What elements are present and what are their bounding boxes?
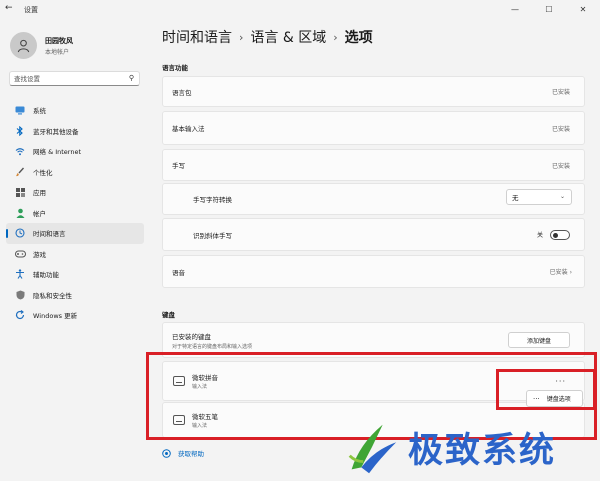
shield-icon xyxy=(14,289,26,301)
basic-typing-status: 已安装 xyxy=(551,125,570,133)
sidebar-item-network[interactable]: 网络 & Internet xyxy=(6,141,144,162)
keyboard-options-button[interactable]: ··· 键盘选项 xyxy=(526,390,583,407)
sidebar-item-gaming[interactable]: 游戏 xyxy=(6,244,144,265)
add-keyboard-button[interactable]: 添加键盘 xyxy=(508,332,570,348)
wifi-icon xyxy=(14,145,26,157)
cursive-recognition-label: 识别斜体手写 xyxy=(193,231,232,240)
breadcrumb-language-region[interactable]: 语言 & 区域 xyxy=(250,27,326,47)
language-pack-label: 语言包 xyxy=(172,88,192,97)
minimize-icon[interactable]: — xyxy=(498,0,532,18)
user-name: 田园牧风 xyxy=(45,36,73,45)
cursive-toggle-group: 关 xyxy=(536,229,570,240)
sidebar-item-label: 时间和语言 xyxy=(33,230,66,239)
chevron-right-icon: › xyxy=(239,30,244,44)
cursive-recognition-row: 识别斜体手写 关 xyxy=(162,218,585,251)
basic-typing-row: 基本输入法 已安装 xyxy=(162,111,585,145)
sidebar-item-label: 辅助功能 xyxy=(33,271,59,280)
avatar xyxy=(10,32,37,59)
title-bar: ← 设置 — ☐ ✕ xyxy=(0,0,600,18)
basic-typing-label: 基本输入法 xyxy=(172,125,205,133)
watermark-text: 极致系统 xyxy=(408,431,557,471)
maximize-icon[interactable]: ☐ xyxy=(532,0,566,18)
sidebar-item-privacy[interactable]: 隐私和安全性 xyxy=(6,285,144,306)
language-pack-status: 已安装 xyxy=(551,89,570,96)
update-icon xyxy=(14,309,26,321)
accessibility-icon xyxy=(14,268,26,280)
search-box[interactable]: ⚲ xyxy=(9,71,140,86)
handwriting-status: 已安装 xyxy=(551,162,570,170)
sidebar-item-personalization[interactable]: 个性化 xyxy=(6,162,144,183)
more-options-icon: ··· xyxy=(533,394,540,403)
handwriting-conversion-label: 手写字符转换 xyxy=(193,196,232,204)
toggle-state-label: 关 xyxy=(536,232,543,239)
brush-icon xyxy=(14,166,26,178)
person-icon xyxy=(14,207,26,219)
chevron-right-icon: › xyxy=(567,269,572,276)
keyboard-heading: 键盘 xyxy=(162,311,175,319)
sidebar-item-bluetooth[interactable]: 蓝牙和其他设备 xyxy=(6,121,144,142)
gamepad-icon xyxy=(14,248,26,260)
handwriting-conversion-row: 手写字符转换 无 ⌄ xyxy=(162,183,585,215)
back-arrow-icon[interactable]: ← xyxy=(5,4,13,13)
sidebar-item-label: 个性化 xyxy=(33,168,53,177)
watermark-logo-icon xyxy=(348,424,397,473)
sidebar-item-system[interactable]: 系统 xyxy=(6,100,144,121)
sidebar-item-label: 游戏 xyxy=(33,250,46,259)
sidebar-item-time-language[interactable]: 时间和语言 xyxy=(6,223,144,244)
handwriting-row: 手写 已安装 xyxy=(162,149,585,181)
apps-icon xyxy=(14,186,26,198)
user-profile[interactable]: 田园牧风 本地帐户 xyxy=(10,32,73,59)
dropdown-selected-value: 无 xyxy=(512,194,519,202)
installed-keyboards-title: 已安装的键盘 xyxy=(172,332,211,341)
language-features-heading: 语言功能 xyxy=(162,64,188,72)
breadcrumb-time-language[interactable]: 时间和语言 xyxy=(162,27,232,47)
search-icon[interactable]: ⚲ xyxy=(129,74,134,82)
user-account-type: 本地帐户 xyxy=(45,48,70,56)
sidebar-item-label: 隐私和安全性 xyxy=(33,291,72,300)
speech-status: 已安装 › xyxy=(549,269,572,276)
sidebar-item-label: 帐户 xyxy=(33,209,46,218)
sidebar-item-label: Windows 更新 xyxy=(33,312,78,321)
cursive-toggle-switch[interactable] xyxy=(550,229,570,240)
page-title: 选项 xyxy=(344,30,373,46)
bluetooth-icon xyxy=(14,125,26,137)
chevron-down-icon: ⌄ xyxy=(559,193,565,200)
help-icon xyxy=(162,448,171,458)
sidebar-item-label: 网络 & Internet xyxy=(33,148,82,157)
speech-label: 语音 xyxy=(172,268,185,277)
sidebar-item-label: 蓝牙和其他设备 xyxy=(33,127,79,136)
sidebar-item-apps[interactable]: 应用 xyxy=(6,182,144,203)
sidebar-item-accessibility[interactable]: 辅助功能 xyxy=(6,264,144,285)
person-silhouette-icon xyxy=(17,39,30,53)
get-help-link[interactable]: 获取帮助 xyxy=(162,448,204,458)
sidebar-nav: 系统 蓝牙和其他设备 网络 & Internet 个性化 应用 帐户 时间和语言… xyxy=(6,100,144,326)
close-icon[interactable]: ✕ xyxy=(566,0,600,18)
chevron-right-icon: › xyxy=(333,30,338,44)
get-help-label: 获取帮助 xyxy=(178,450,204,458)
handwriting-label: 手写 xyxy=(172,162,185,170)
sidebar-item-label: 系统 xyxy=(33,107,46,116)
globe-clock-icon xyxy=(14,227,26,239)
speech-row[interactable]: 语音 已安装 › xyxy=(162,255,585,288)
window-title: 设置 xyxy=(24,6,38,14)
sidebar-item-accounts[interactable]: 帐户 xyxy=(6,203,144,224)
monitor-icon xyxy=(14,104,26,116)
watermark: 极致系统 xyxy=(340,414,600,481)
handwriting-conversion-dropdown[interactable]: 无 ⌄ xyxy=(506,189,572,205)
breadcrumb: 时间和语言 › 语言 & 区域 › 选项 xyxy=(162,27,373,47)
keyboard-options-label: 键盘选项 xyxy=(546,396,571,403)
search-input[interactable] xyxy=(10,74,120,83)
language-pack-row: 语言包 已安装 xyxy=(162,76,585,107)
sidebar-item-label: 应用 xyxy=(33,189,46,198)
window-controls: — ☐ ✕ xyxy=(498,0,600,18)
installed-keyboards-subtitle: 对于特定语言的键盘布局和输入选项 xyxy=(172,343,253,350)
sidebar: 田园牧风 本地帐户 ⚲ 系统 蓝牙和其他设备 网络 & Internet xyxy=(0,18,150,481)
sidebar-item-windows-update[interactable]: Windows 更新 xyxy=(6,305,144,326)
